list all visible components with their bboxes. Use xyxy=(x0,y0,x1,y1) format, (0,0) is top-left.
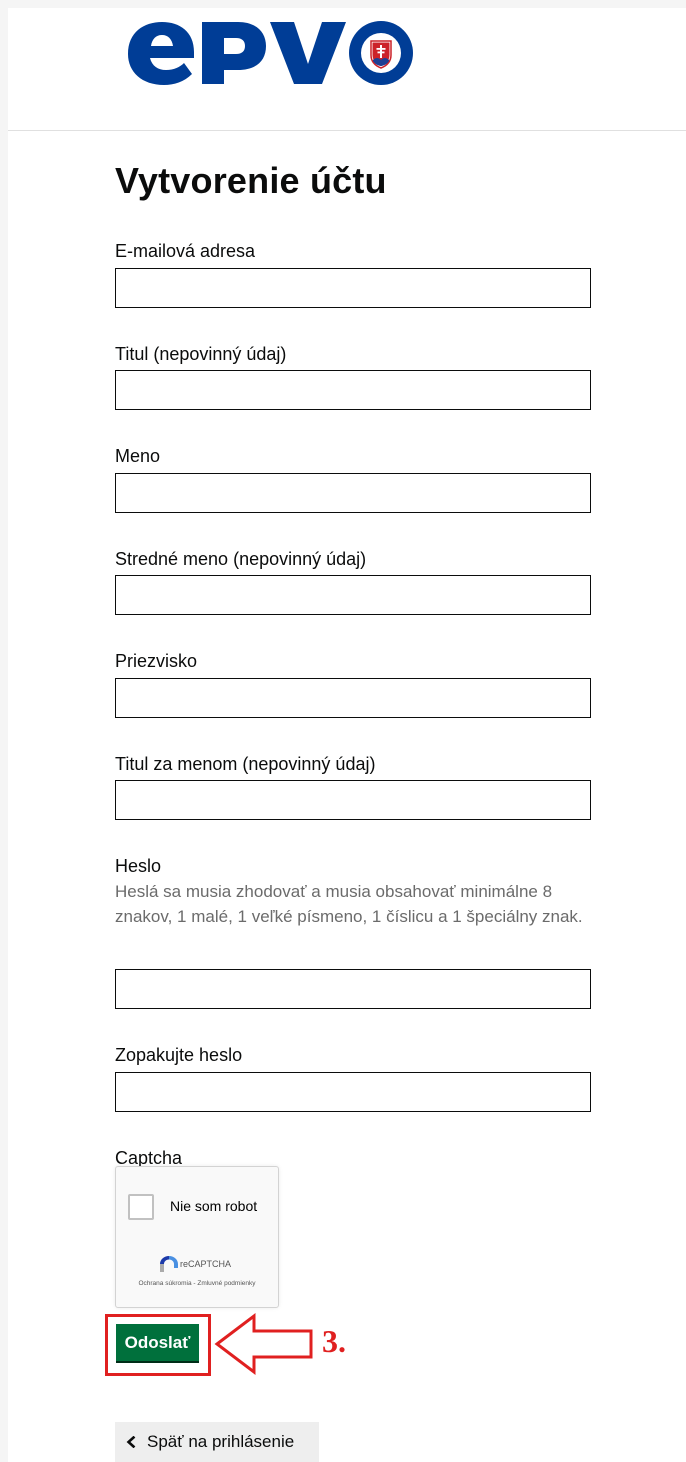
middle-name-input[interactable] xyxy=(115,575,591,615)
title-after-name-label: Titul za menom (nepovinný údaj) xyxy=(115,754,376,774)
first-name-input[interactable] xyxy=(115,473,591,513)
surname-label: Priezvisko xyxy=(115,651,198,671)
recaptcha-checkbox[interactable] xyxy=(128,1194,154,1220)
repeat-password-input[interactable] xyxy=(115,1072,591,1112)
recaptcha-checkbox-label: Nie som robot xyxy=(170,1198,258,1214)
middle-name-label: Stredné meno (nepovinný údaj) xyxy=(115,549,367,569)
title-input[interactable] xyxy=(115,370,591,410)
surname-input[interactable] xyxy=(115,678,591,718)
chevron-left-icon xyxy=(126,1436,136,1448)
recaptcha-widget: Nie som robot reCAPTCHA Ochrana súkromia… xyxy=(115,1166,279,1308)
annotation-step-label: 3. xyxy=(322,1323,346,1359)
recaptcha-links[interactable]: Ochrana súkromia - Zmluvné podmienky xyxy=(120,1280,274,1288)
repeat-password-label: Zopakujte heslo xyxy=(115,1045,243,1065)
page-title: Vytvorenie účtu xyxy=(115,160,387,201)
recaptcha-brand: reCAPTCHA xyxy=(180,1259,232,1269)
back-to-login-label: Späť na prihlásenie xyxy=(147,1432,295,1451)
password-input[interactable] xyxy=(115,969,591,1009)
first-name-label: Meno xyxy=(115,446,161,466)
password-label: Heslo xyxy=(115,856,162,876)
recaptcha-logo-icon xyxy=(160,1256,178,1272)
email-label: E-mailová adresa xyxy=(115,241,256,261)
back-to-login-button[interactable]: Späť na prihlásenie xyxy=(115,1422,319,1462)
password-hint: Heslá sa musia zhodovať a musia obsahova… xyxy=(115,882,583,926)
header xyxy=(8,8,686,131)
epvo-logo-image xyxy=(128,21,413,85)
annotation-arrow-icon xyxy=(214,1313,313,1375)
email-input[interactable] xyxy=(115,268,591,308)
title-after-name-input[interactable] xyxy=(115,780,591,820)
submit-button[interactable]: Odoslať xyxy=(116,1324,199,1361)
page xyxy=(8,8,686,1462)
epvo-logo[interactable] xyxy=(124,16,414,88)
title-label: Titul (nepovinný údaj) xyxy=(115,344,287,364)
